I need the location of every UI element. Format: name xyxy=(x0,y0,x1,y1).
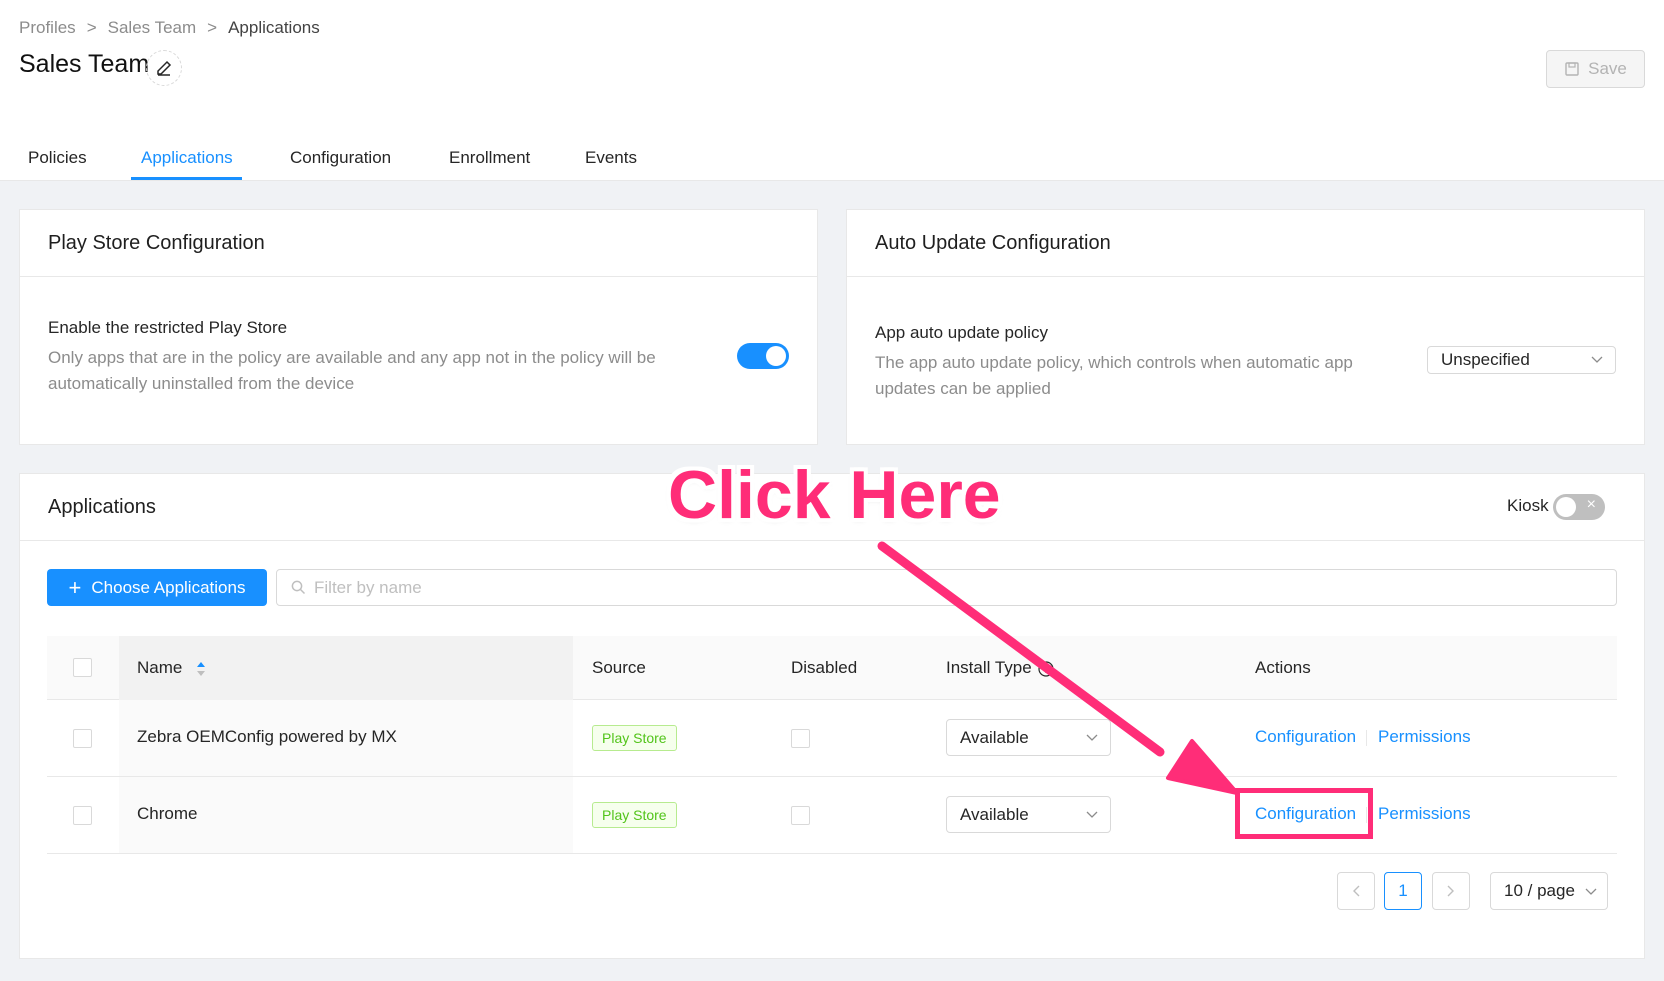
page-button-1[interactable]: 1 xyxy=(1384,872,1422,910)
choose-applications-button[interactable]: + Choose Applications xyxy=(47,569,267,606)
annotation-text: Click Here xyxy=(668,457,1001,533)
table-row: Zebra OEMConfig powered by MX Play Store… xyxy=(47,700,1617,777)
save-button[interactable]: Save xyxy=(1546,50,1645,88)
column-install-type: Install Type ? xyxy=(946,658,1055,678)
breadcrumb-current: Applications xyxy=(228,18,320,37)
permissions-link[interactable]: Permissions xyxy=(1378,727,1471,747)
column-name-label: Name xyxy=(137,658,183,677)
selected-value: Available xyxy=(960,727,1029,747)
toggle-knob xyxy=(1556,497,1576,517)
tab-configuration[interactable]: Configuration xyxy=(290,148,391,168)
restricted-play-store-toggle[interactable] xyxy=(737,343,789,369)
edit-title-button[interactable] xyxy=(146,50,182,86)
chevron-left-icon xyxy=(1353,885,1360,897)
selected-value: Available xyxy=(960,804,1029,824)
row-checkbox[interactable] xyxy=(73,806,92,825)
row-checkbox[interactable] xyxy=(73,729,92,748)
chevron-down-icon xyxy=(1086,811,1098,818)
column-install-type-label: Install Type xyxy=(946,658,1032,677)
column-name[interactable]: Name xyxy=(137,658,206,678)
permissions-link[interactable]: Permissions xyxy=(1378,804,1471,824)
page-size-select[interactable]: 10 / page xyxy=(1490,872,1608,910)
close-icon: × xyxy=(1586,496,1596,513)
auto-update-card-title: Auto Update Configuration xyxy=(847,210,1644,277)
desc-line: updates can be applied xyxy=(875,379,1051,398)
app-name: Chrome xyxy=(137,804,198,823)
plus-icon: + xyxy=(68,574,82,600)
desc-line: Only apps that are in the policy are ava… xyxy=(48,348,656,367)
toggle-knob xyxy=(766,346,786,366)
auto-update-policy-select[interactable]: Unspecified xyxy=(1427,346,1616,374)
chevron-down-icon xyxy=(1585,888,1597,895)
select-all-checkbox[interactable] xyxy=(73,658,92,677)
configuration-link[interactable]: Configuration xyxy=(1255,727,1356,747)
help-icon[interactable]: ? xyxy=(1038,660,1055,677)
install-type-select[interactable]: Available xyxy=(946,796,1111,833)
prev-page-button[interactable] xyxy=(1337,872,1375,910)
page-header: Profiles > Sales Team > Applications Sal… xyxy=(0,0,1664,181)
source-tag: Play Store xyxy=(592,725,677,751)
breadcrumb: Profiles > Sales Team > Applications xyxy=(19,18,320,38)
column-source: Source xyxy=(592,658,646,677)
play-store-card-title: Play Store Configuration xyxy=(20,210,817,277)
auto-update-policy-title: App auto update policy xyxy=(875,323,1048,342)
breadcrumb-profiles[interactable]: Profiles xyxy=(19,18,76,38)
tab-enrollment[interactable]: Enrollment xyxy=(449,148,530,168)
column-disabled: Disabled xyxy=(791,658,858,677)
desc-line: automatically uninstalled from the devic… xyxy=(48,374,355,393)
tab-events[interactable]: Events xyxy=(585,148,637,168)
disabled-checkbox[interactable] xyxy=(791,806,810,825)
desc-line: The app auto update policy, which contro… xyxy=(875,353,1353,372)
breadcrumb-sales-team[interactable]: Sales Team xyxy=(108,18,197,38)
auto-update-card: Auto Update Configuration App auto updat… xyxy=(846,209,1645,445)
kiosk-toggle[interactable]: × xyxy=(1553,494,1605,520)
restricted-play-store-title: Enable the restricted Play Store xyxy=(48,318,288,337)
pencil-icon xyxy=(157,60,172,76)
page-size-value: 10 / page xyxy=(1504,881,1575,900)
restricted-play-store-desc: Only apps that are in the policy are ava… xyxy=(48,345,656,397)
table-header: Name Source Disabled Install Type ? Acti… xyxy=(47,636,1617,700)
source-tag: Play Store xyxy=(592,802,677,828)
next-page-button[interactable] xyxy=(1432,872,1470,910)
selected-value: Unspecified xyxy=(1441,350,1530,369)
tab-policies[interactable]: Policies xyxy=(28,148,87,168)
column-actions: Actions xyxy=(1255,658,1311,677)
annotation-highlight-box xyxy=(1235,788,1373,839)
sort-icon[interactable] xyxy=(196,661,206,677)
active-tab-indicator xyxy=(131,177,242,180)
breadcrumb-separator: > xyxy=(207,18,218,37)
action-divider xyxy=(1366,730,1367,746)
app-name: Zebra OEMConfig powered by MX xyxy=(137,727,397,746)
install-type-select[interactable]: Available xyxy=(946,719,1111,756)
save-icon xyxy=(1565,62,1579,76)
save-label: Save xyxy=(1588,59,1627,78)
tab-applications[interactable]: Applications xyxy=(141,148,233,168)
disabled-checkbox[interactable] xyxy=(791,729,810,748)
filter-input[interactable]: Filter by name xyxy=(276,569,1617,606)
choose-applications-label: Choose Applications xyxy=(91,577,246,597)
filter-placeholder: Filter by name xyxy=(314,577,422,597)
chevron-right-icon xyxy=(1447,885,1454,897)
auto-update-policy-desc: The app auto update policy, which contro… xyxy=(875,350,1353,402)
page-title: Sales Team xyxy=(19,50,150,78)
svg-text:?: ? xyxy=(1044,665,1050,676)
chevron-down-icon xyxy=(1086,734,1098,741)
table-row: Chrome Play Store Available Configuratio… xyxy=(47,777,1617,854)
breadcrumb-separator: > xyxy=(86,18,97,37)
play-store-card: Play Store Configuration Enable the rest… xyxy=(19,209,818,445)
kiosk-label: Kiosk xyxy=(1507,496,1549,515)
chevron-down-icon xyxy=(1591,356,1603,363)
search-icon xyxy=(291,580,306,595)
